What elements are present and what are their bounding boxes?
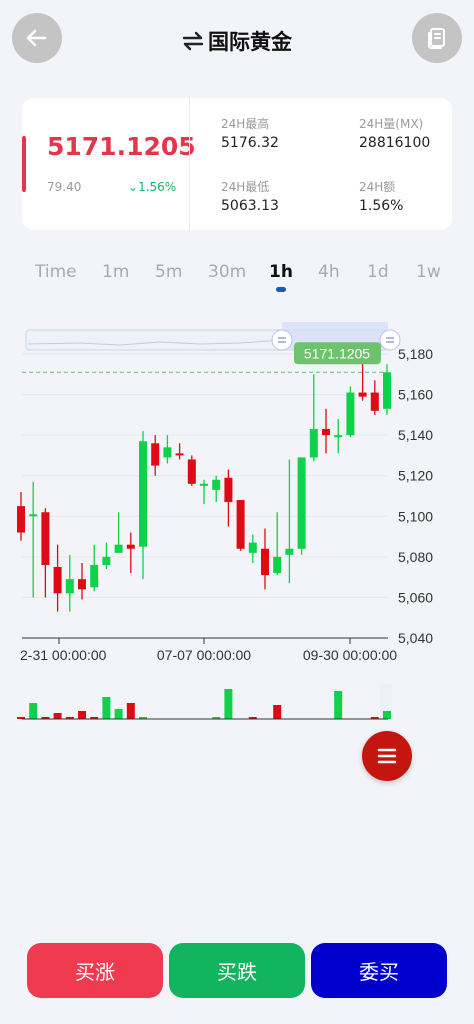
last-price-tag: 5171.1205	[294, 342, 381, 365]
document-button[interactable]	[412, 13, 462, 63]
y-tick-label: 5,160	[398, 387, 433, 403]
price-indicator-bar	[22, 136, 26, 192]
stat-volume-label: 24H量(MX)	[359, 117, 424, 131]
candle-body	[53, 567, 62, 594]
candle-body	[383, 372, 391, 409]
y-tick-label: 5,060	[398, 589, 433, 605]
candle-body	[17, 506, 25, 533]
y-tick-label: 5,100	[398, 508, 433, 524]
candle-body	[248, 542, 257, 553]
last-price-tag-text: 5171.1205	[304, 345, 370, 361]
kline-chart[interactable]: 5,180 5,160 5,140 5,120 5,100 5,080 5,060 5,040…	[0, 318, 474, 738]
page-title: 国际黄金	[0, 26, 474, 56]
entrust-buy-button[interactable]: 委买	[311, 943, 447, 998]
y-tick-label: 5,120	[398, 468, 433, 484]
tab-4h[interactable]: 4h	[318, 262, 340, 282]
swap-arrows-icon	[182, 31, 204, 51]
candle-body	[261, 548, 269, 576]
x-tick-label: 09-30 00:00:00	[303, 647, 397, 663]
candle-body	[370, 392, 379, 411]
candle-body	[163, 447, 172, 458]
volume-bar	[29, 703, 38, 719]
menu-icon	[377, 748, 397, 764]
candle-body	[358, 392, 367, 397]
candle-body	[90, 564, 99, 588]
volume-bar	[126, 703, 135, 719]
candle-body	[126, 544, 135, 549]
buy-up-button[interactable]: 买涨	[27, 943, 163, 998]
y-tick-label: 5,140	[398, 427, 433, 443]
tab-1h[interactable]: 1h	[269, 262, 293, 282]
stat-amount-label: 24H额	[359, 180, 396, 194]
y-tick-label: 5,180	[398, 346, 433, 362]
candle-body	[29, 514, 38, 517]
x-tick-label: 07-07 00:00:00	[157, 647, 251, 663]
candle-body	[78, 579, 86, 590]
stat-high-label: 24H最高	[221, 117, 270, 131]
candle-body	[322, 429, 330, 436]
tab-1d[interactable]: 1d	[367, 262, 389, 282]
tab-1w[interactable]: 1w	[416, 262, 441, 282]
tab-1m[interactable]: 1m	[102, 262, 129, 282]
candle-body	[212, 479, 221, 490]
title-text: 国际黄金	[208, 30, 292, 54]
volume-bar	[383, 711, 391, 719]
stat-volume-value: 28816100	[359, 135, 431, 151]
menu-button[interactable]	[362, 731, 412, 781]
candle-body	[102, 556, 111, 565]
volume-bar	[273, 705, 282, 719]
candle-body	[334, 435, 343, 438]
stat-high-value: 5176.32	[221, 135, 279, 151]
current-price: 5171.1205	[47, 132, 196, 161]
candle-body	[346, 392, 355, 436]
candle-body	[297, 457, 306, 549]
y-tick-label: 5,080	[398, 549, 433, 565]
change-value: 79.40	[47, 180, 82, 194]
card-divider	[189, 98, 190, 230]
active-tab-indicator	[276, 287, 286, 292]
volume-bar	[334, 691, 343, 719]
navigator-left-handle[interactable]	[271, 329, 293, 351]
tab-5m[interactable]: 5m	[155, 262, 182, 282]
tab-30m[interactable]: 30m	[208, 262, 246, 282]
candle-body	[273, 556, 282, 574]
candle-body	[114, 544, 123, 553]
document-icon	[428, 28, 445, 49]
timeframe-tabs: Time 1m 5m 30m 1h 4h 1d 1w	[0, 262, 474, 292]
volume-bar	[78, 711, 86, 719]
candle-body	[187, 459, 196, 484]
volume-bar	[114, 709, 123, 719]
stat-amount-value: 1.56%	[359, 198, 404, 214]
candle-body	[224, 477, 233, 503]
navigator-right-handle[interactable]	[379, 329, 401, 351]
candle-body	[139, 441, 147, 547]
volume-bar	[102, 697, 111, 719]
volume-bar	[224, 689, 233, 719]
candle-body	[65, 579, 74, 594]
x-tick-label: 2-31 00:00:00	[20, 647, 107, 663]
chevron-down-icon: ⌄	[128, 180, 139, 194]
candle-body	[151, 443, 160, 466]
candle-body	[285, 548, 294, 555]
candle-body	[309, 429, 318, 458]
stat-low-label: 24H最低	[221, 180, 270, 194]
change-percent-text: 1.56%	[138, 180, 177, 194]
tab-time[interactable]: Time	[35, 262, 77, 282]
candle-body	[200, 483, 208, 486]
quote-card: 5171.1205 79.40 ⌄1.56% 24H最高 5176.32 24H…	[22, 98, 452, 230]
candle-body	[175, 453, 184, 456]
volume-bar	[53, 713, 62, 719]
buy-down-button[interactable]: 买跌	[169, 943, 305, 998]
candle-body	[236, 500, 245, 549]
y-tick-label: 5,040	[398, 630, 433, 646]
candle-body	[41, 512, 50, 565]
change-percent: ⌄1.56%	[128, 180, 176, 194]
stat-low-value: 5063.13	[221, 198, 279, 214]
